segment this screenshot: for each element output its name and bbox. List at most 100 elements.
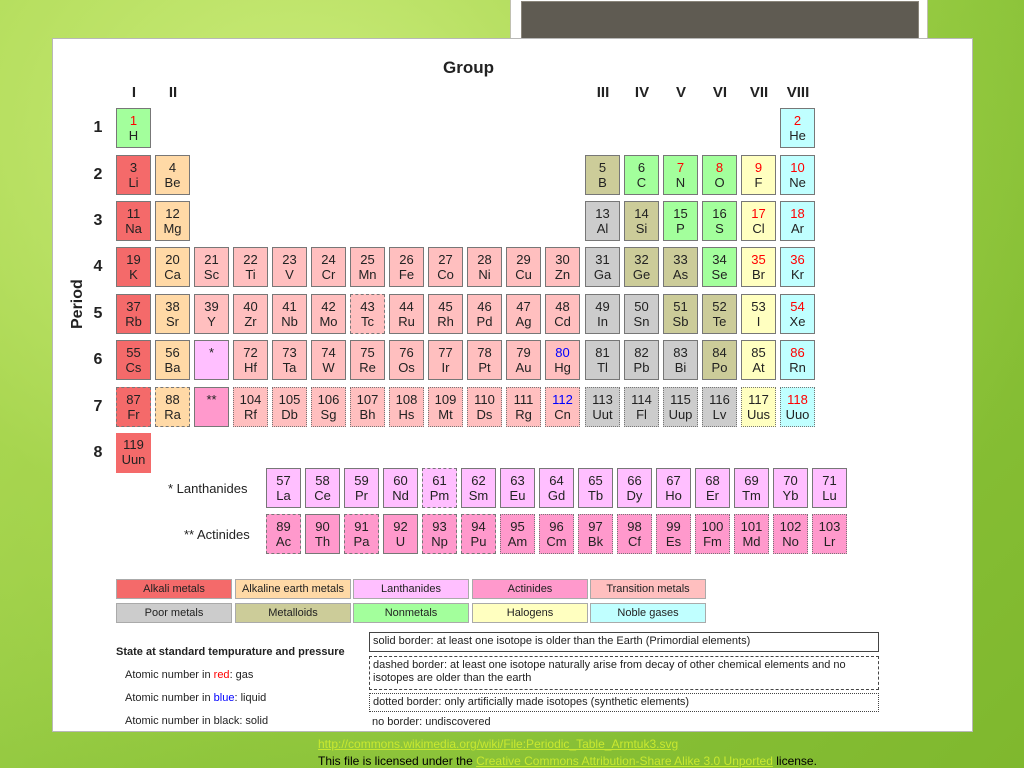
atomic-number: 80 (555, 345, 570, 360)
atomic-number: 105 (278, 392, 301, 407)
atomic-number: 100 (701, 519, 724, 534)
element-symbol: Uuo (785, 407, 810, 422)
element-cell-au: 79 Au (506, 340, 541, 380)
atomic-number: 88 (165, 392, 180, 407)
lanthanide-placeholder: * (194, 340, 229, 380)
element-symbol: Es (665, 534, 682, 549)
element-symbol: Uus (746, 407, 771, 422)
element-symbol: Rb (125, 314, 142, 329)
element-symbol: Pm (429, 488, 450, 503)
element-cell-ca: 20 Ca (155, 247, 190, 287)
element-cell-o: 8O (702, 155, 737, 195)
legend-poor-metals: Poor metals (116, 603, 232, 623)
element-cell-uup: 115 Uup (663, 387, 698, 427)
element-cell-kr: 36 Kr (780, 247, 815, 287)
atomic-number: 2 (793, 113, 802, 128)
element-symbol: Ag (515, 314, 532, 329)
element-symbol: Cd (554, 314, 571, 329)
element-symbol: Ds (476, 407, 493, 422)
element-cell-ho: 67 Ho (656, 468, 691, 508)
element-symbol: Pr (355, 488, 368, 503)
license-line: This file is licensed under the Creative… (318, 754, 817, 768)
element-cell-zr: 40 Zr (233, 294, 268, 334)
element-cell-br: 35 Br (741, 247, 776, 287)
atomic-number: 84 (712, 345, 727, 360)
element-symbol: Cs (125, 360, 142, 375)
atomic-number: 85 (751, 345, 766, 360)
element-symbol: Ra (164, 407, 181, 422)
element-cell-fl: 114 Fl (624, 387, 659, 427)
atomic-number: 3 (129, 160, 138, 175)
element-cell-cf: 98 Cf (617, 514, 652, 554)
element-cell-bh: 107 Bh (350, 387, 385, 427)
element-symbol: I (756, 314, 761, 329)
license-link[interactable]: Creative Commons Attribution-Share Alike… (476, 754, 773, 768)
atomic-number: 71 (822, 473, 837, 488)
element-symbol: Rf (244, 407, 257, 422)
atomic-number: 49 (595, 299, 610, 314)
legend-halogens: Halogens (472, 603, 588, 623)
element-symbol: Rg (515, 407, 532, 422)
element-symbol: Lu (822, 488, 837, 503)
atomic-number: 5 (598, 160, 607, 175)
actinide-marker: ** (206, 392, 217, 407)
element-cell-th: 90 Th (305, 514, 340, 554)
atomic-number: 9 (754, 160, 763, 175)
element-symbol: Ta (282, 360, 297, 375)
actinide-placeholder: ** (194, 387, 229, 427)
atomic-number: 72 (243, 345, 258, 360)
element-symbol: N (675, 175, 686, 190)
element-symbol: Gd (547, 488, 566, 503)
element-cell-os: 76 Os (389, 340, 424, 380)
element-symbol: Xe (789, 314, 806, 329)
legend-nonmetals: Nonmetals (353, 603, 469, 623)
element-cell-s: 16 S (702, 201, 737, 241)
atomic-number: 75 (360, 345, 375, 360)
atomic-number: 119 (123, 437, 144, 452)
atomic-number: 61 (432, 473, 447, 488)
atomic-number: 112 (552, 392, 573, 407)
element-cell-uun: 119 Uun (116, 433, 151, 473)
element-symbol: Zr (244, 314, 257, 329)
actinides-label: ** Actinides (184, 527, 250, 542)
element-symbol: Lv (712, 407, 727, 422)
element-symbol: Pt (478, 360, 491, 375)
atomic-number: 34 (712, 252, 727, 267)
border-legend-dashed: dashed border: at least one isotope natu… (369, 656, 879, 690)
element-symbol: Se (711, 267, 728, 282)
atomic-number: 108 (395, 392, 418, 407)
atomic-number: 28 (477, 252, 492, 267)
atomic-number: 96 (549, 519, 564, 534)
element-cell-sc: 21 Sc (194, 247, 229, 287)
element-cell-cl: 17 Cl (741, 201, 776, 241)
source-url-link[interactable]: http://commons.wikimedia.org/wiki/File:P… (318, 737, 678, 751)
atomic-number: 18 (790, 206, 805, 221)
element-cell-ga: 31 Ga (585, 247, 620, 287)
element-symbol: K (129, 267, 138, 282)
element-cell-li: 3 Li (116, 155, 151, 195)
atomic-number: 66 (627, 473, 642, 488)
element-symbol: Db (281, 407, 298, 422)
atomic-number: 37 (126, 299, 141, 314)
element-cell-as: 33 As (663, 247, 698, 287)
element-cell-zn: 30 Zn (545, 247, 580, 287)
element-symbol: Br (752, 267, 765, 282)
atomic-number: 16 (712, 206, 727, 221)
element-symbol: In (597, 314, 608, 329)
element-symbol: At (752, 360, 765, 375)
atomic-number: 11 (126, 206, 141, 221)
atomic-number: 64 (549, 473, 564, 488)
atomic-number: 98 (627, 519, 642, 534)
element-cell-at: 85 At (741, 340, 776, 380)
element-symbol: Ru (398, 314, 415, 329)
atomic-number: 4 (168, 160, 177, 175)
atomic-number: 73 (282, 345, 297, 360)
element-cell-pt: 78 Pt (467, 340, 502, 380)
atomic-number: 107 (356, 392, 379, 407)
atomic-number: 77 (438, 345, 453, 360)
legend-metalloids: Metalloids (235, 603, 351, 623)
atomic-number: 48 (555, 299, 570, 314)
element-cell-sg: 106 Sg (311, 387, 346, 427)
atomic-number: 94 (471, 519, 486, 534)
atomic-number: 91 (354, 519, 369, 534)
